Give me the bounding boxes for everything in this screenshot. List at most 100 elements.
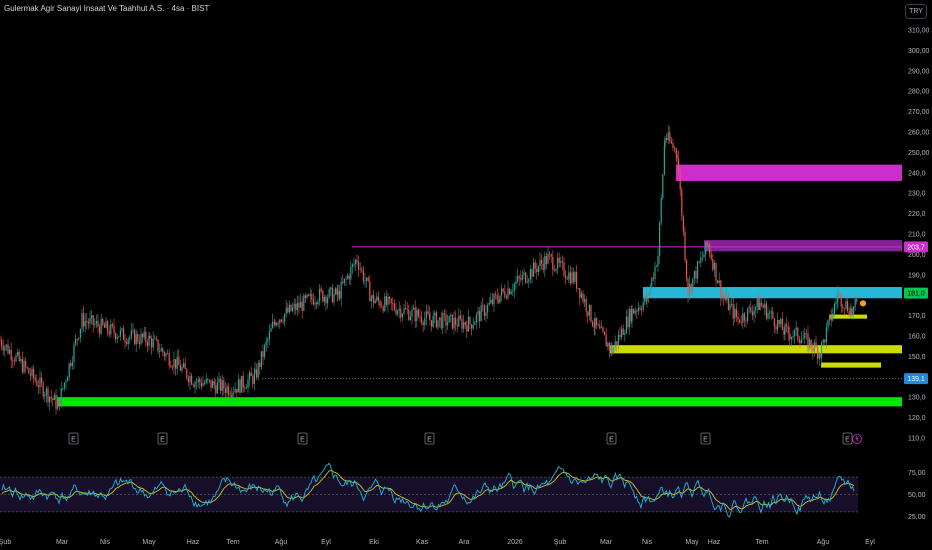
- dividend-icon[interactable]: [852, 434, 862, 444]
- candle-body: [100, 318, 102, 334]
- candle-body: [65, 381, 67, 383]
- candle-body: [701, 257, 703, 259]
- candle-body: [624, 333, 626, 335]
- candle-body: [385, 296, 387, 305]
- candle-body: [786, 324, 788, 327]
- candle-body: [648, 294, 650, 295]
- price-chart[interactable]: E E E E E E E 75,00 50,00 25,00 310,00 300,00 290,…: [0, 0, 932, 550]
- candle-body: [5, 344, 7, 347]
- candle-body: [130, 330, 132, 337]
- price-tag-label: 203,7: [907, 244, 925, 251]
- candle-body: [242, 375, 244, 388]
- earnings-marker-label: E: [703, 437, 708, 444]
- price-tag-label: 181,0: [907, 291, 925, 298]
- candle-body: [367, 277, 369, 282]
- candle-body: [213, 381, 215, 386]
- candle-body: [400, 308, 402, 318]
- candle-body: [33, 368, 35, 378]
- candle-body: [690, 283, 692, 292]
- candle-body: [488, 302, 490, 305]
- candle-body: [464, 322, 466, 326]
- candle-body: [487, 304, 489, 313]
- candle-body: [417, 309, 419, 317]
- candle-body: [293, 304, 295, 308]
- candle-body: [429, 319, 431, 321]
- candle-body: [592, 321, 594, 326]
- candle-body: [561, 261, 563, 263]
- candle-body: [813, 342, 815, 352]
- candle-body: [356, 260, 358, 262]
- candle-body: [829, 314, 831, 321]
- candle-body: [226, 386, 228, 393]
- candle-body: [837, 293, 839, 299]
- candle-body: [239, 379, 241, 393]
- candle-body: [241, 375, 243, 393]
- candle-body: [76, 338, 78, 340]
- candle-body: [155, 338, 157, 340]
- candle-body: [348, 275, 350, 280]
- candle-body: [482, 305, 484, 307]
- candle-body: [663, 145, 665, 175]
- candle-body: [23, 360, 25, 373]
- candle-body: [536, 268, 538, 273]
- candle-body: [49, 396, 51, 403]
- time-tick-label: May: [142, 539, 156, 546]
- candle-body: [549, 253, 551, 255]
- candle-body: [781, 318, 783, 331]
- candle-body: [220, 378, 222, 391]
- candle-body: [204, 383, 206, 384]
- candle-body: [431, 320, 433, 327]
- candle-body: [459, 315, 461, 319]
- candle-body: [171, 367, 173, 368]
- candle-body: [787, 326, 789, 334]
- time-tick-label: Nis: [642, 539, 653, 546]
- candle-body: [395, 309, 397, 315]
- candle-body: [34, 377, 36, 381]
- candle-body: [401, 314, 403, 318]
- candle-body: [604, 331, 606, 336]
- candle-body: [288, 304, 290, 313]
- candle-body: [498, 300, 500, 303]
- candle-body: [541, 260, 543, 264]
- candle-body: [654, 266, 656, 279]
- candle-body: [700, 257, 702, 263]
- candle-body: [135, 334, 137, 345]
- candle-body: [824, 339, 826, 343]
- candle-body: [20, 359, 22, 361]
- candle-body: [87, 322, 89, 324]
- candle-body: [802, 338, 804, 340]
- candle-body: [247, 379, 249, 389]
- candle-body: [631, 308, 633, 322]
- candle-body: [657, 255, 659, 266]
- candle-body: [149, 335, 151, 339]
- time-tick-label: 2026: [507, 539, 523, 546]
- candle-body: [735, 308, 737, 317]
- candle-body: [483, 305, 485, 316]
- candle-body: [89, 318, 91, 324]
- candle-body: [747, 308, 749, 322]
- candle-body: [215, 385, 217, 394]
- candle-body: [723, 295, 725, 298]
- candle-body: [50, 396, 52, 399]
- last-price-marker[interactable]: [859, 299, 867, 308]
- candle-body: [78, 337, 80, 340]
- candle-body: [91, 315, 93, 319]
- candle-body: [42, 382, 44, 397]
- price-tick-label: 160,0: [908, 334, 926, 341]
- candle-body: [252, 376, 254, 385]
- candle-body: [451, 314, 453, 329]
- chart-title: Gulermak Agir Sanayi Insaat Ve Taahhut A…: [4, 4, 210, 13]
- candle-body: [71, 361, 73, 367]
- candle-body: [582, 293, 584, 302]
- candle-body: [95, 321, 97, 324]
- candle-body: [502, 288, 504, 292]
- time-axis[interactable]: Şub Mar Nis May Haz Tem Ağu Eyl Eki Kas Ara 2026 Şub…: [0, 539, 875, 546]
- currency-button[interactable]: TRY: [905, 4, 927, 19]
- candle-body: [272, 321, 274, 329]
- candle-body: [440, 317, 442, 329]
- candle-body: [194, 382, 196, 388]
- candle-body: [187, 377, 189, 383]
- candle-body: [260, 351, 262, 368]
- candle-body: [553, 269, 555, 271]
- candle-body: [832, 313, 834, 321]
